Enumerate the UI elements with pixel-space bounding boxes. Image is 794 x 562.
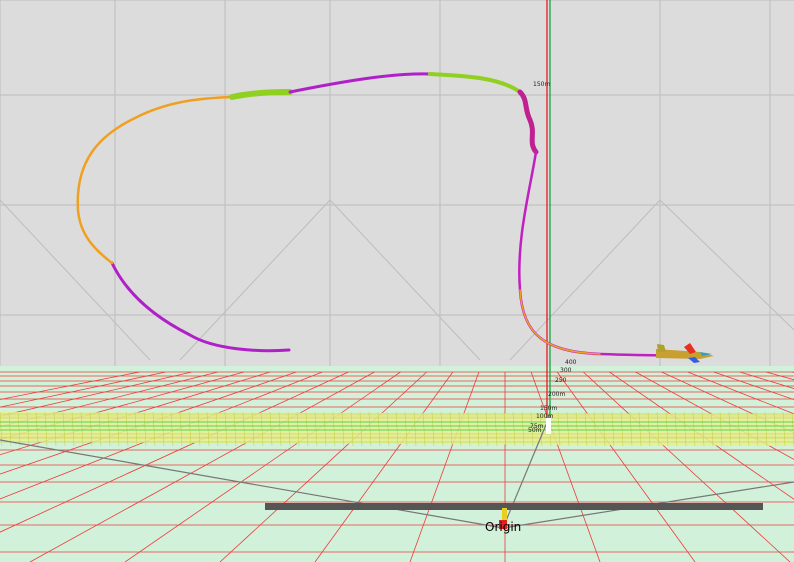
ground-plane [0,366,794,562]
sky-backdrop [0,0,794,372]
range-label: 100m [536,413,553,420]
axis-base-marker [546,418,551,434]
flight-3d-viewport[interactable]: 400 300 250 200m 150m 100m 75m 50m 150m Origin [0,0,794,562]
origin-label: Origin [485,520,521,534]
scene-canvas[interactable]: 400300250200m150m100m75m50m 150m Origin [0,0,794,562]
taxiway-bar [265,503,763,510]
range-label: 150m [540,405,557,412]
range-label: 400 [565,359,577,366]
range-label: 300 [560,367,572,374]
range-label: 200m [548,391,565,398]
altitude-marker-label: 150m [533,81,550,88]
range-label: 50m [528,427,542,434]
runway-strip [0,411,794,447]
range-label: 250 [555,377,567,384]
